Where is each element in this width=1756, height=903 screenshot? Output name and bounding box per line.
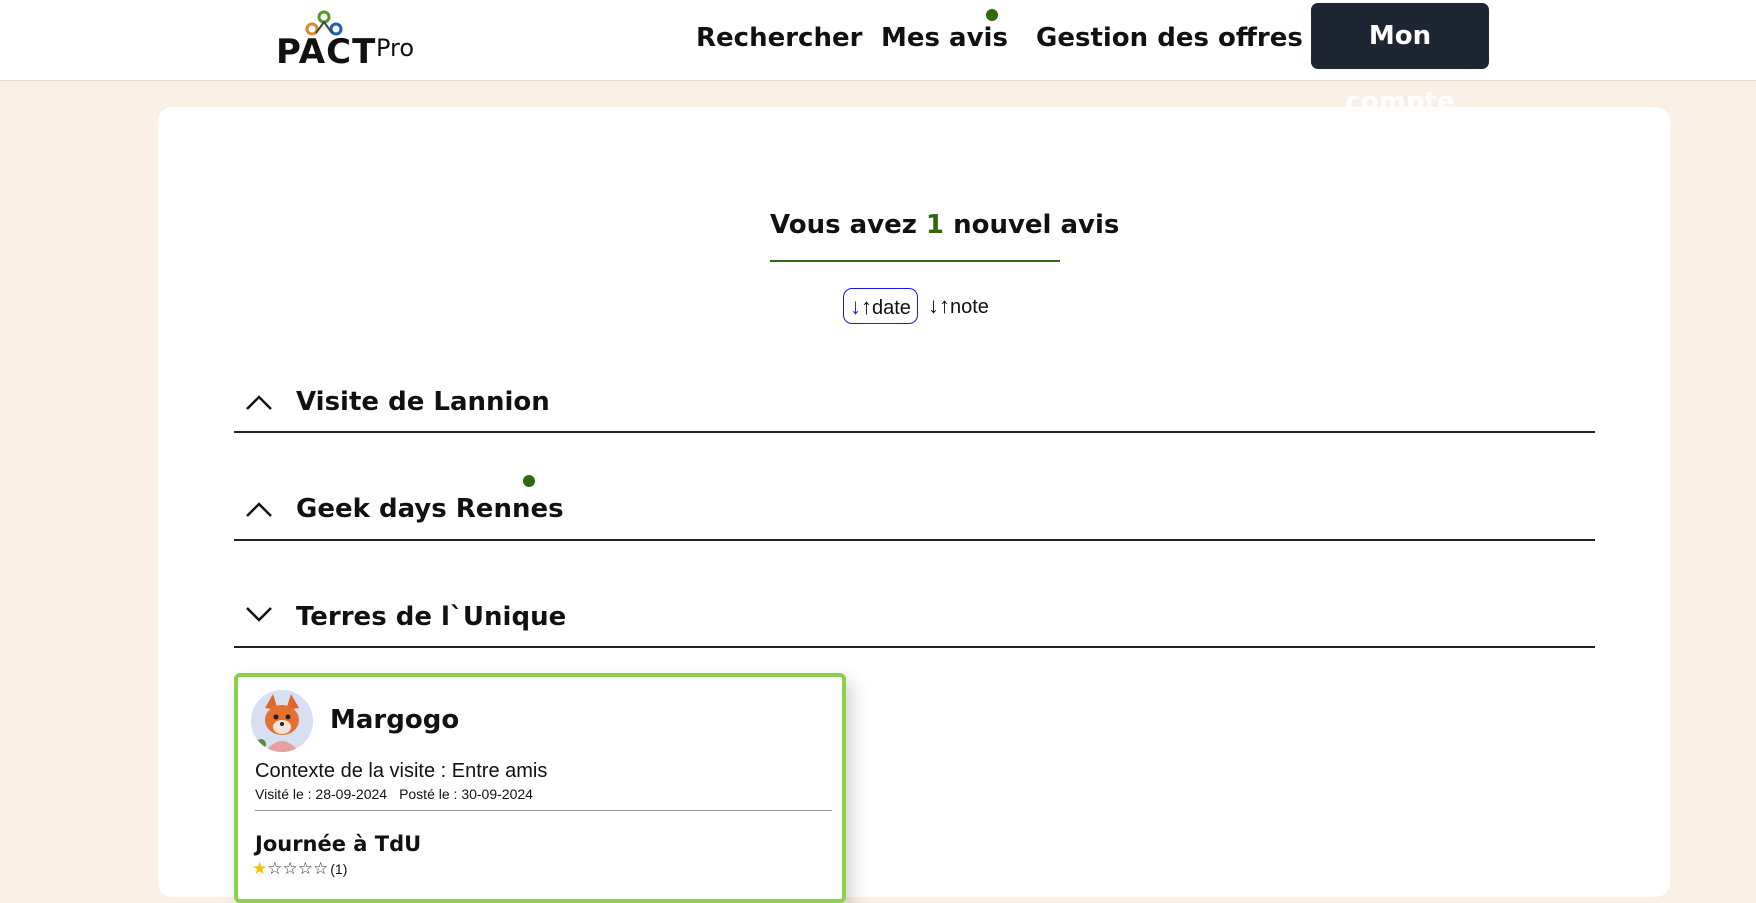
review-title: Journée à TdU — [255, 832, 422, 856]
headline-prefix: Vous avez — [770, 210, 917, 240]
sort-by-note-button[interactable]: ↓↑note — [922, 288, 1002, 324]
sort-by-date-button[interactable]: ↓↑date — [843, 288, 918, 324]
section-divider — [234, 539, 1595, 541]
sort-date-label: date — [872, 297, 911, 319]
new-reviews-headline: Vous avez 1 nouvel avis — [770, 210, 1119, 260]
offer-section-title[interactable]: Geek days Rennes — [296, 489, 564, 529]
sort-arrows-icon: ↓↑ — [850, 294, 872, 319]
logo-pro-label: Pro — [376, 34, 415, 62]
rating-stars: ★ ☆ ☆ ☆ ☆ (1) — [252, 859, 347, 879]
star-empty-icon: ☆ — [313, 859, 329, 878]
star-empty-icon: ☆ — [267, 859, 283, 878]
offer-section-title[interactable]: Visite de Lannion — [296, 382, 550, 422]
new-review-count: 1 — [925, 210, 945, 240]
nav-gestion-des-offres[interactable]: Gestion des offres — [1036, 18, 1303, 58]
nav-mes-avis[interactable]: Mes avis — [881, 18, 1008, 58]
nav-rechercher[interactable]: Rechercher — [696, 18, 862, 58]
chevron-down-icon[interactable] — [244, 603, 274, 625]
section-divider — [234, 646, 1595, 648]
chevron-up-icon[interactable] — [244, 498, 274, 520]
review-dates: Visité le : 28-09-2024 Posté le : 30-09-2… — [255, 786, 533, 802]
top-navigation-bar: PACT Pro Rechercher Mes avis Gestion des… — [0, 0, 1756, 117]
review-card[interactable]: Margogo Contexte de la visite : Entre am… — [234, 673, 846, 903]
rating-count: (1) — [330, 861, 348, 877]
star-empty-icon: ☆ — [297, 859, 313, 878]
sort-arrows-icon: ↓↑ — [928, 293, 950, 318]
headline-underline — [770, 260, 1060, 262]
new-review-indicator-dot — [523, 475, 535, 487]
sort-note-label: note — [950, 296, 989, 318]
star-empty-icon: ☆ — [282, 859, 298, 878]
section-divider — [234, 431, 1595, 433]
mon-compte-button[interactable]: Mon compte — [1311, 3, 1489, 117]
new-review-indicator-dot — [986, 9, 998, 21]
avatar — [251, 690, 313, 752]
post-date: Posté le : 30-09-2024 — [399, 786, 533, 802]
review-divider — [255, 810, 832, 811]
fox-avatar-icon — [251, 690, 313, 752]
pact-pro-logo[interactable]: PACT Pro — [276, 6, 426, 72]
offer-section-title[interactable]: Terres de l`Unique — [296, 597, 566, 637]
visit-context: Contexte de la visite : Entre amis — [255, 760, 548, 782]
headline-suffix: nouvel avis — [953, 210, 1120, 240]
chevron-up-icon[interactable] — [244, 391, 274, 413]
star-filled-icon: ★ — [252, 859, 268, 878]
logo-text: PACT — [276, 32, 377, 72]
visit-date: Visité le : 28-09-2024 — [255, 786, 388, 802]
review-author: Margogo — [330, 705, 460, 735]
